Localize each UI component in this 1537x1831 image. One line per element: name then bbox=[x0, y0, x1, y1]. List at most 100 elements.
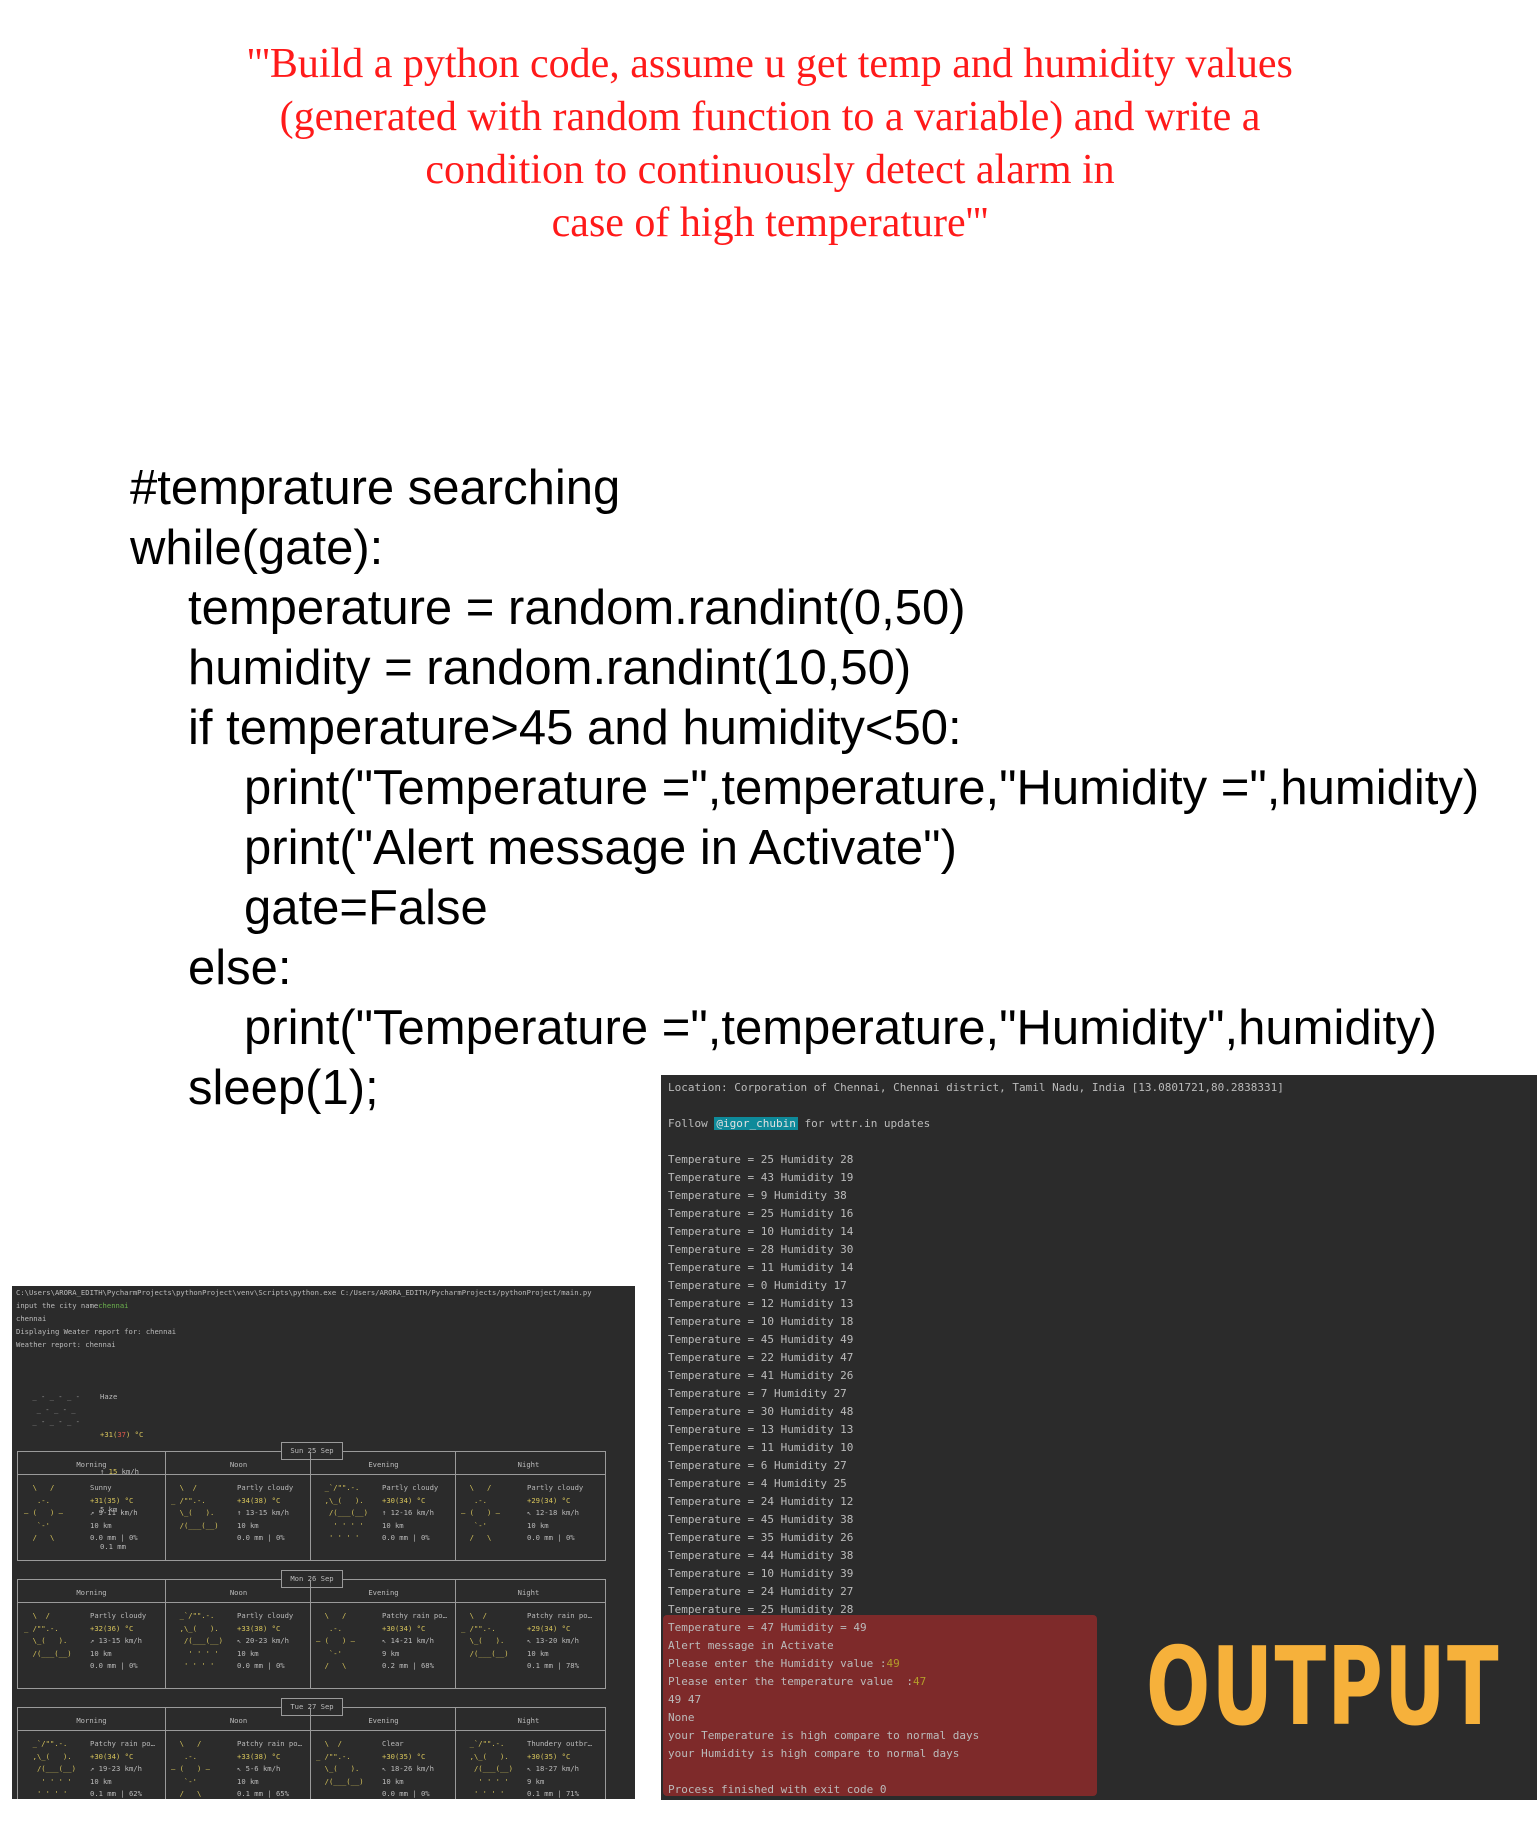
forecast-table: Mon 26 Sep Morning \ / _ /"".-. \_( ). /(… bbox=[17, 1570, 606, 1689]
reading-line: Temperature = 43 Humidity 19 bbox=[668, 1171, 854, 1184]
forecast-rain: 0.1 mm | 65% bbox=[237, 1789, 289, 1798]
period-header: Morning bbox=[76, 1460, 107, 1469]
reading-line: Temperature = 25 Humidity 28 bbox=[668, 1603, 854, 1616]
code-line: print("Temperature =",temperature,"Humid… bbox=[244, 761, 1480, 815]
prompt-line: condition to continuously detect alarm i… bbox=[425, 147, 1115, 193]
forecast-temp: +30(35) °C bbox=[382, 1751, 426, 1761]
period-header: Noon bbox=[229, 1460, 248, 1469]
forecast-cell: Patchy rain po… +29(34) °C ↖ 13-20 km/h 10 … bbox=[527, 1610, 592, 1673]
forecast-cond: Partly cloudy bbox=[90, 1611, 147, 1620]
forecast-cond: Partly cloudy bbox=[237, 1611, 294, 1620]
forecast-cell: Partly cloudy +29(34) °C ↖ 12-18 km/h 10 km… bbox=[527, 1482, 583, 1545]
reading-line: Temperature = 30 Humidity 48 bbox=[668, 1405, 854, 1418]
reading-line: Temperature = 0 Humidity 17 bbox=[668, 1279, 847, 1292]
current-temp: +31(37) °C bbox=[100, 1429, 144, 1439]
period-header: Night bbox=[517, 1716, 540, 1725]
reading-line: Temperature = 35 Humidity 26 bbox=[668, 1531, 854, 1544]
reading-line: Temperature = 9 Humidity 38 bbox=[668, 1189, 847, 1202]
weather-ascii-icon: _`/"".-. ,\_( ). /(___(__) ' ' ' ' ' ' '… bbox=[171, 1611, 223, 1670]
reading-line: Temperature = 4 Humidity 25 bbox=[668, 1477, 847, 1490]
code-line: humidity = random.randint(10,50) bbox=[188, 641, 912, 695]
code-line: print("Alert message in Activate") bbox=[244, 821, 957, 875]
forecast-vis: 10 km bbox=[90, 1776, 112, 1786]
forecast-rain: 0.1 mm | 62% bbox=[90, 1789, 142, 1798]
forecast-vis: 10 km bbox=[382, 1520, 404, 1530]
reading-line: Temperature = 10 Humidity 39 bbox=[668, 1567, 854, 1580]
reading-line: Temperature = 24 Humidity 27 bbox=[668, 1585, 854, 1598]
forecast-rain: 0.0 mm | 0% bbox=[90, 1661, 138, 1670]
forecast-vis: 10 km bbox=[527, 1520, 549, 1530]
reading-line: Temperature = 25 Humidity 28 bbox=[668, 1153, 854, 1166]
forecast-temp: +32(36) °C bbox=[90, 1623, 134, 1633]
code-line: else: bbox=[188, 941, 292, 995]
forecast-vis: 10 km bbox=[90, 1648, 112, 1658]
reading-line: Temperature = 13 Humidity 13 bbox=[668, 1423, 854, 1436]
forecast-wind: ↖ 12-18 km/h bbox=[527, 1508, 579, 1517]
forecast-cond: Patchy rain po… bbox=[90, 1739, 155, 1748]
weather-ascii-icon: \ / .-. ― ( ) ― `-' / \ bbox=[24, 1483, 63, 1542]
reading-line: Temperature = 22 Humidity 47 bbox=[668, 1351, 854, 1364]
code-line: #temprature searching bbox=[130, 461, 621, 515]
period-header: Night bbox=[517, 1460, 540, 1469]
period-header: Noon bbox=[229, 1716, 248, 1725]
city-prompt-label: input the city name bbox=[16, 1301, 99, 1310]
weather-ascii-icon: \ / _ /"".-. \_( ). /(___(__) bbox=[316, 1739, 364, 1786]
forecast-cond: Patchy rain po… bbox=[237, 1739, 302, 1748]
forecast-wind: ↖ 18-27 km/h bbox=[527, 1764, 579, 1773]
forecast-cell: Partly cloudy +30(34) °C ↑ 12-16 km/h 10 km… bbox=[382, 1482, 438, 1545]
prompt-text: '''Build a python code, assume u get tem… bbox=[150, 38, 1390, 250]
forecast-wind: ↗ 13-15 km/h bbox=[90, 1636, 142, 1645]
period-header: Morning bbox=[76, 1716, 107, 1725]
forecast-cond: Patchy rain po… bbox=[382, 1611, 447, 1620]
weather-ascii-icon: \ / _ /"".-. \_( ). /(___(__) bbox=[24, 1611, 72, 1658]
humidity-high-line: your Humidity is high compare to normal … bbox=[668, 1747, 960, 1760]
forecast-rain: 0.0 mm | 0% bbox=[237, 1661, 285, 1670]
forecast-rain: 0.0 mm | 0% bbox=[382, 1789, 430, 1798]
forecast-table: Sun 25 Sep Morning \ / .-. ― ( ) ― `-' / … bbox=[17, 1442, 606, 1561]
report-label: Weather report: chennai bbox=[16, 1340, 116, 1349]
temperature-input[interactable]: 47 bbox=[913, 1675, 926, 1688]
forecast-temp: +31(35) °C bbox=[90, 1495, 134, 1505]
forecast-rain: 0.1 mm | 71% bbox=[527, 1789, 579, 1798]
alert-reading: Temperature = 47 Humidity = 49 bbox=[668, 1621, 867, 1634]
forecast-vis: 10 km bbox=[382, 1776, 404, 1786]
run-command: C:\Users\ARORA_EDITH\PycharmProjects\pyt… bbox=[16, 1288, 592, 1297]
weather-ascii-icon: \ / .-. ― ( ) ― `-' / \ bbox=[461, 1483, 500, 1542]
forecast-cond: Thundery outbr… bbox=[527, 1739, 592, 1748]
reading-line: Temperature = 44 Humidity 38 bbox=[668, 1549, 854, 1562]
prompt-line: (generated with random function to a var… bbox=[279, 94, 1261, 140]
code-snippet: #temprature searching while(gate): tempera… bbox=[130, 458, 1479, 1118]
forecast-temp: +29(34) °C bbox=[527, 1495, 571, 1505]
forecast-vis: 10 km bbox=[237, 1648, 259, 1658]
prompt-line: case of high temperature''' bbox=[551, 200, 989, 246]
forecast-vis: 10 km bbox=[237, 1776, 259, 1786]
follow-handle-link[interactable]: @igor_chubin bbox=[714, 1117, 798, 1130]
follow-line: Follow @igor_chubin for wttr.in updates bbox=[668, 1117, 931, 1130]
humidity-input[interactable]: 49 bbox=[887, 1657, 900, 1670]
period-header: Night bbox=[517, 1588, 540, 1597]
period-header: Evening bbox=[368, 1716, 399, 1725]
forecast-cell: Sunny +31(35) °C ↗ 9-11 km/h 10 km 0.0 mm | … bbox=[90, 1482, 138, 1545]
weather-ascii-icon: \ / .-. ― ( ) ― `-' / \ bbox=[316, 1611, 355, 1670]
exit-line: Process finished with exit code 0 bbox=[668, 1783, 887, 1796]
output-console: Location: Corporation of Chennai, Chenna… bbox=[661, 1075, 1537, 1800]
period-header: Evening bbox=[368, 1588, 399, 1597]
forecast-wind: ↖ 5-6 km/h bbox=[237, 1764, 281, 1773]
forecast-wind: ↗ 9-11 km/h bbox=[90, 1508, 138, 1517]
haze-ascii-icon: _ - _ - _ - _ - _ - _ _ - _ - _ - bbox=[28, 1392, 80, 1426]
city-prompt-input[interactable]: chennai bbox=[98, 1301, 128, 1310]
forecast-cell: Thundery outbr… +30(35) °C ↖ 18-27 km/h 9 k… bbox=[527, 1738, 592, 1799]
forecast-date: Sun 25 Sep bbox=[281, 1442, 343, 1460]
reading-line: Temperature = 45 Humidity 49 bbox=[668, 1333, 854, 1346]
code-line: print("Temperature =",temperature,"Humid… bbox=[244, 1001, 1437, 1055]
reading-line: Temperature = 24 Humidity 12 bbox=[668, 1495, 854, 1508]
alert-message: Alert message in Activate bbox=[668, 1639, 834, 1652]
humidity-prompt: Please enter the Humidity value :49 bbox=[668, 1657, 900, 1670]
none-line: None bbox=[668, 1711, 695, 1724]
reading-line: Temperature = 10 Humidity 18 bbox=[668, 1315, 854, 1328]
forecast-wind: ↖ 14-21 km/h bbox=[382, 1636, 434, 1645]
forecast-cell: Partly cloudy +33(38) °C ↖ 20-23 km/h 10 km… bbox=[237, 1610, 293, 1673]
forecast-vis: 10 km bbox=[237, 1520, 259, 1530]
reading-line: Temperature = 12 Humidity 13 bbox=[668, 1297, 854, 1310]
code-line: gate=False bbox=[244, 881, 488, 935]
